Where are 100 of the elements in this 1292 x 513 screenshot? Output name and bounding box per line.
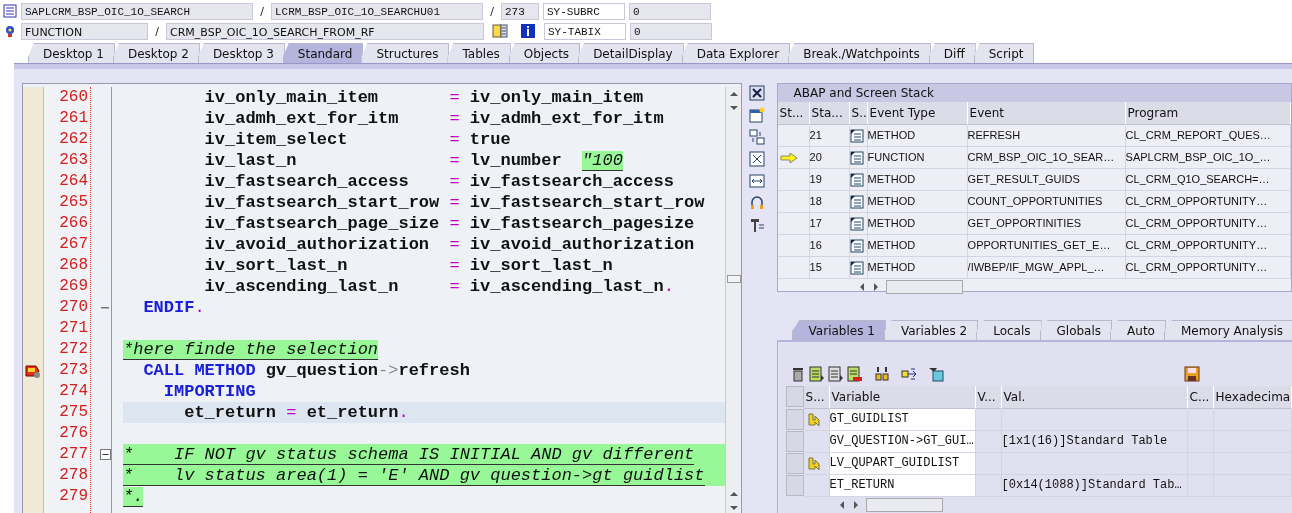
table-cell: CL_CRM_Q1O_SEARCH=… [1125, 169, 1291, 191]
table-cell: [1x1(16)]Standard Table [1001, 431, 1188, 453]
tab[interactable]: DetailDisplay [578, 43, 684, 63]
column-header[interactable]: Event Type [867, 102, 968, 125]
tab[interactable]: Script [973, 43, 1035, 63]
breakpoint-icon[interactable] [24, 362, 42, 379]
filter-icon[interactable] [927, 366, 944, 382]
table-cell [975, 409, 1002, 431]
collapse-icon[interactable] [99, 449, 111, 460]
scroll-thumb[interactable] [726, 275, 741, 283]
table-cell: 16 [809, 235, 850, 257]
table-cell: ET_RETURN [829, 475, 976, 497]
system-field-label: SY-SUBRC [543, 2, 625, 20]
list-icon[interactable] [808, 366, 825, 382]
list-remove-icon[interactable] [846, 366, 863, 382]
tab[interactable]: Desktop 3 [197, 43, 285, 63]
tab[interactable]: Memory Analysis [1163, 320, 1292, 340]
code-line: IMPORTING [162, 381, 256, 402]
table-cell: OPPORTUNITIES_GET_E… [967, 235, 1126, 257]
tab[interactable]: Desktop 2 [112, 43, 200, 63]
document-icon [849, 238, 864, 253]
scroll-up-icon[interactable] [728, 490, 739, 498]
tab[interactable]: Auto [1110, 320, 1166, 340]
column-header[interactable]: Sta... [809, 102, 850, 125]
scroll-right-icon[interactable] [851, 500, 860, 510]
tab[interactable]: Tables [447, 43, 511, 63]
table-cell: METHOD [867, 125, 968, 147]
headset-icon[interactable] [748, 195, 765, 211]
column-header[interactable]: St... [777, 102, 810, 125]
scroll-down-icon[interactable] [728, 504, 739, 512]
table-cell: CL_CRM_OPPORTUNITY… [1125, 235, 1291, 257]
table-cell: FUNCTION [867, 147, 968, 169]
new-window-icon[interactable] [748, 107, 765, 123]
save-icon[interactable] [1183, 366, 1200, 382]
list-icon[interactable] [827, 366, 844, 382]
tab[interactable]: Diff [928, 43, 976, 63]
scroll-right-icon[interactable] [871, 282, 880, 292]
column-header[interactable]: C... [1187, 386, 1214, 409]
tab[interactable]: Variables 1 [791, 320, 886, 340]
event-field: CRM_BSP_OIC_1O_SEARCH_FROM_RF [166, 22, 484, 40]
swap-windows-icon[interactable] [748, 129, 765, 145]
column-header[interactable]: Event [967, 102, 1126, 125]
table-cell: METHOD [867, 169, 968, 191]
source-code-icon [3, 4, 17, 18]
document-icon [849, 194, 864, 209]
tab[interactable]: Data Explorer [681, 43, 791, 63]
column-header[interactable]: Variable [829, 386, 976, 409]
scroll-up-icon[interactable] [728, 90, 739, 98]
info-icon[interactable] [520, 23, 536, 39]
line-number: 263 [58, 150, 89, 171]
tab[interactable]: Variables 2 [883, 320, 979, 340]
display-object-icon[interactable] [492, 23, 508, 39]
column-header[interactable]: S... [803, 386, 830, 409]
scroll-thumb[interactable] [865, 498, 943, 512]
column-header[interactable]: Val. [1001, 386, 1188, 409]
line-number: 275 [58, 402, 89, 423]
tab[interactable]: Break./Watchpoints [788, 43, 931, 63]
close-icon[interactable] [748, 85, 765, 101]
tab[interactable]: Structures [361, 43, 450, 63]
code-line: iv_fastsearch_page_size = iv_fastsearch_pagesize [203, 213, 695, 234]
code-line: iv_fastsearch_start_row = iv_fastsearch_start_row [203, 192, 705, 213]
document-icon [849, 128, 864, 143]
line-number: 266 [58, 213, 89, 234]
scroll-thumb[interactable] [885, 280, 963, 294]
transfer-icon[interactable] [900, 366, 917, 382]
column-header[interactable]: Program [1125, 102, 1291, 125]
code-line: iv_admh_ext_for_itm = iv_admh_ext_for_itm [203, 108, 664, 129]
line-number: 278 [58, 465, 89, 486]
tool-icon[interactable] [748, 217, 765, 233]
column-header[interactable]: V... [975, 386, 1002, 409]
maximize-icon[interactable] [748, 151, 765, 167]
column-header[interactable]: Hexadecima [1213, 386, 1292, 409]
tab[interactable]: Standard [282, 43, 364, 63]
table-cell [975, 475, 1002, 497]
line-number: 277 [58, 444, 89, 465]
code-line: iv_last_n = lv_number "100 [203, 150, 623, 171]
table-cell: 17 [809, 213, 850, 235]
document-icon [849, 216, 864, 231]
line-number: 273 [58, 360, 89, 381]
resize-horizontal-icon[interactable] [748, 173, 765, 189]
table-cell: GET_OPPORTINITIES [967, 213, 1126, 235]
table-cell: METHOD [867, 235, 968, 257]
line-number: 270 [58, 297, 89, 318]
table-cell [975, 453, 1002, 475]
tab[interactable]: Objects [508, 43, 581, 63]
line-number: 274 [58, 381, 89, 402]
tab[interactable]: Globals [1039, 320, 1113, 340]
line-number: 260 [58, 87, 89, 108]
line-number: 264 [58, 171, 89, 192]
table-cell: REFRESH [967, 125, 1126, 147]
vertical-scrollbar[interactable] [725, 87, 742, 513]
code-line: ENDIF. [142, 297, 205, 318]
tab[interactable]: Locals [976, 320, 1042, 340]
line-field: 273 [501, 2, 539, 20]
scroll-down-icon[interactable] [728, 104, 739, 112]
code-line: iv_sort_last_n = iv_sort_last_n [203, 255, 613, 276]
table-cell: 21 [809, 125, 850, 147]
hierarchy-icon[interactable] [873, 366, 890, 382]
tab[interactable]: Desktop 1 [28, 43, 115, 63]
line-number: 261 [58, 108, 89, 129]
